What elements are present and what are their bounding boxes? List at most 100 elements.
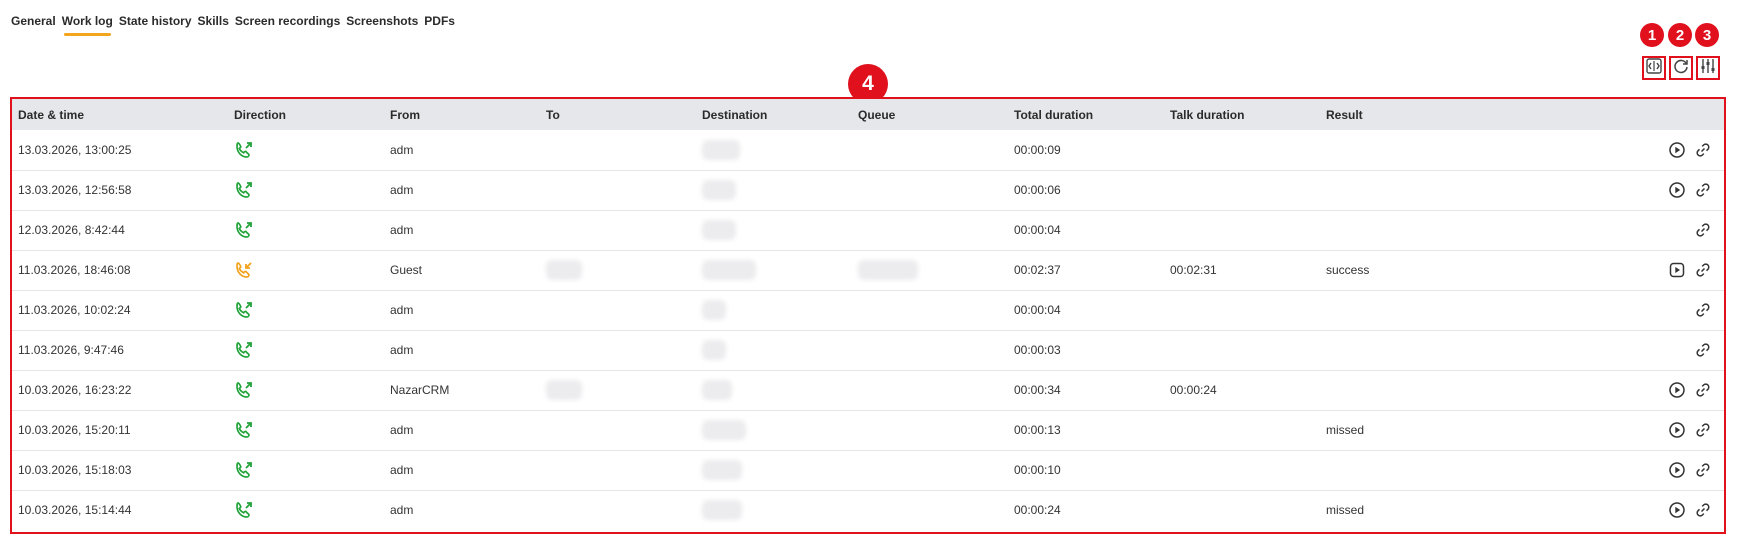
play-recording-button[interactable] — [1668, 181, 1686, 199]
table-row[interactable]: 13.03.2026, 13:00:25 adm 00:00:09 — [12, 130, 1724, 170]
cell-date-time: 11.03.2026, 10:02:24 — [18, 303, 131, 317]
redacted-destination — [702, 460, 742, 480]
cell-result — [1320, 370, 1476, 410]
annotation-badge-3: 3 — [1695, 23, 1719, 47]
cell-date-time: 13.03.2026, 12:56:58 — [18, 183, 132, 197]
redacted-destination — [702, 260, 756, 280]
cell-date-time: 12.03.2026, 8:42:44 — [18, 223, 125, 237]
cell-actions — [1476, 490, 1724, 530]
cell-date-time: 11.03.2026, 18:46:08 — [18, 263, 131, 277]
cell-to — [540, 330, 696, 370]
table-row[interactable]: 12.03.2026, 8:42:44 adm 00:00:04 — [12, 210, 1724, 250]
play-recording-button[interactable] — [1668, 141, 1686, 159]
col-to[interactable]: To — [540, 99, 696, 130]
outgoing-call-icon — [234, 460, 384, 480]
annotation-badge-1: 1 — [1640, 23, 1664, 47]
cell-from: adm — [390, 503, 414, 518]
cell-result: missed — [1326, 503, 1365, 518]
col-direction[interactable]: Direction — [228, 99, 384, 130]
cell-talk-duration — [1164, 290, 1320, 330]
tab-skills[interactable]: Skills — [198, 12, 229, 36]
redacted-to — [546, 380, 582, 400]
copy-link-icon — [1694, 381, 1712, 399]
outgoing-call-icon — [234, 500, 384, 520]
table-row[interactable]: 11.03.2026, 18:46:08 Guest 00:02:37 00:02:3… — [12, 250, 1724, 290]
cell-destination — [696, 330, 852, 370]
table-row[interactable]: 10.03.2026, 15:14:44 adm 00:00:24 missed — [12, 490, 1724, 530]
cell-total-duration: 00:00:04 — [1014, 303, 1061, 317]
play-recording-button[interactable] — [1668, 501, 1686, 519]
table-row[interactable]: 10.03.2026, 16:23:22 NazarCRM 00:00:34 00:0… — [12, 370, 1724, 410]
redacted-destination — [702, 220, 736, 240]
cell-destination — [696, 210, 852, 250]
col-from[interactable]: From — [384, 99, 540, 130]
cell-destination — [696, 130, 852, 170]
table-row[interactable]: 10.03.2026, 15:18:03 adm 00:00:10 — [12, 450, 1724, 490]
outgoing-call-icon — [234, 140, 384, 160]
column-settings-button[interactable] — [1696, 56, 1720, 80]
outgoing-call-icon — [234, 220, 384, 240]
copy-link-button[interactable] — [1694, 381, 1712, 399]
cell-destination — [696, 170, 852, 210]
cell-talk-duration — [1164, 170, 1320, 210]
cell-to — [540, 170, 696, 210]
copy-link-button[interactable] — [1694, 221, 1712, 239]
col-queue[interactable]: Queue — [852, 99, 1008, 130]
play-recording-icon — [1668, 421, 1686, 439]
table-header-row: Date & time Direction From To Destinatio… — [12, 99, 1724, 130]
table-row[interactable]: 13.03.2026, 12:56:58 adm 00:00:06 — [12, 170, 1724, 210]
redacted-destination — [702, 380, 732, 400]
cell-talk-duration — [1164, 330, 1320, 370]
copy-link-button[interactable] — [1694, 501, 1712, 519]
cell-result — [1320, 330, 1476, 370]
cell-from: adm — [390, 303, 414, 317]
col-date-time[interactable]: Date & time — [12, 99, 228, 130]
copy-link-button[interactable] — [1694, 181, 1712, 199]
tab-state-history[interactable]: State history — [119, 12, 192, 36]
copy-link-button[interactable] — [1694, 421, 1712, 439]
table-row[interactable]: 11.03.2026, 10:02:24 adm 00:00:04 — [12, 290, 1724, 330]
cell-destination — [696, 250, 852, 290]
expand-columns-button[interactable] — [1642, 56, 1666, 80]
cell-result: missed — [1326, 423, 1365, 437]
copy-link-button[interactable] — [1694, 461, 1712, 479]
cell-to — [540, 490, 696, 530]
annotation-badge-2: 2 — [1668, 23, 1692, 47]
cell-total-duration: 00:00:09 — [1014, 142, 1061, 157]
cell-queue — [852, 450, 1008, 490]
copy-link-button[interactable] — [1694, 301, 1712, 319]
cell-result — [1320, 450, 1476, 490]
tab-general[interactable]: General — [11, 12, 56, 36]
table-row[interactable]: 11.03.2026, 9:47:46 adm 00:00:03 — [12, 330, 1724, 370]
refresh-button[interactable] — [1669, 56, 1693, 80]
tab-work-log[interactable]: Work log — [62, 12, 113, 36]
tab-screenshots[interactable]: Screenshots — [346, 12, 418, 36]
copy-link-icon — [1694, 181, 1712, 199]
play-recording-icon — [1668, 141, 1686, 159]
col-talk-duration[interactable]: Talk duration — [1164, 99, 1320, 130]
play-video-button[interactable] — [1668, 261, 1686, 279]
cell-actions — [1476, 410, 1724, 450]
copy-link-button[interactable] — [1694, 341, 1712, 359]
cell-queue — [852, 210, 1008, 250]
play-recording-button[interactable] — [1668, 381, 1686, 399]
play-recording-icon — [1668, 181, 1686, 199]
cell-queue — [852, 490, 1008, 530]
cell-date-time: 10.03.2026, 15:20:11 — [18, 423, 131, 437]
col-total-duration[interactable]: Total duration — [1008, 99, 1164, 130]
col-result[interactable]: Result — [1320, 99, 1476, 130]
play-recording-button[interactable] — [1668, 461, 1686, 479]
copy-link-button[interactable] — [1694, 141, 1712, 159]
cell-date-time: 13.03.2026, 13:00:25 — [18, 142, 132, 157]
cell-date-time: 10.03.2026, 15:14:44 — [18, 503, 132, 518]
outgoing-call-icon — [234, 340, 384, 360]
copy-link-button[interactable] — [1694, 261, 1712, 279]
cell-queue — [852, 170, 1008, 210]
tab-screen-recordings[interactable]: Screen recordings — [235, 12, 340, 36]
play-recording-button[interactable] — [1668, 421, 1686, 439]
copy-link-icon — [1694, 421, 1712, 439]
col-destination[interactable]: Destination — [696, 99, 852, 130]
tab-pdfs[interactable]: PDFs — [424, 12, 455, 36]
refresh-icon — [1672, 57, 1690, 80]
table-row[interactable]: 10.03.2026, 15:20:11 adm 00:00:13 missed — [12, 410, 1724, 450]
